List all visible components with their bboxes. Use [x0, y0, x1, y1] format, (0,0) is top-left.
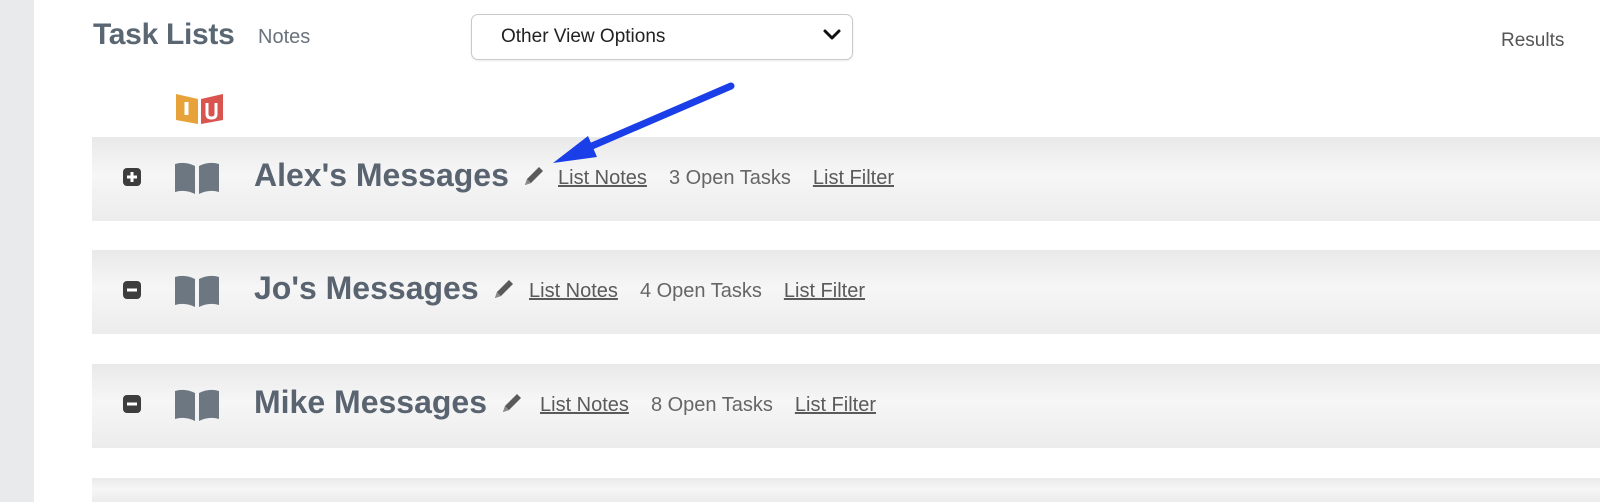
minus-square-icon[interactable]: [122, 280, 142, 300]
task-list-row: Jo's Messages List Notes 4 Open Tasks List…: [92, 250, 1600, 334]
list-filter-link[interactable]: List Filter: [795, 394, 876, 416]
open-book-icon: [175, 275, 219, 307]
task-list-name: Alex's Messages: [254, 157, 509, 193]
open-book-icon: [175, 389, 219, 421]
task-list-row: Mike Messages List Notes 8 Open Tasks List…: [92, 364, 1600, 448]
notes-link[interactable]: Notes: [258, 26, 310, 49]
task-list-name: Mike Messages: [254, 384, 488, 420]
results-label: Results: [1501, 30, 1565, 51]
left-gutter: [0, 0, 34, 502]
app-logo-icon: [176, 94, 223, 124]
open-book-icon: [175, 162, 219, 194]
page-title: Task Lists: [93, 18, 235, 51]
pencil-icon[interactable]: [499, 390, 525, 416]
task-list-name: Jo's Messages: [254, 270, 479, 306]
open-tasks-count: 4 Open Tasks: [639, 280, 762, 302]
task-list-meta: List Notes 8 Open Tasks List Filter: [540, 394, 876, 417]
task-list-row-partial: [92, 478, 1600, 502]
open-tasks-count: 8 Open Tasks: [650, 394, 773, 416]
view-options-select[interactable]: Other View Options: [471, 14, 853, 60]
list-notes-link[interactable]: List Notes: [529, 280, 618, 302]
view-options-label: Other View Options: [501, 26, 666, 47]
chevron-down-icon: [823, 29, 841, 40]
pencil-icon[interactable]: [521, 163, 547, 189]
list-filter-link[interactable]: List Filter: [813, 167, 894, 189]
task-list-title: Mike Messages: [254, 384, 525, 421]
pencil-icon[interactable]: [491, 276, 517, 302]
list-filter-link[interactable]: List Filter: [784, 280, 865, 302]
task-list-title: Alex's Messages: [254, 157, 547, 194]
task-list-title: Jo's Messages: [254, 270, 517, 307]
plus-square-icon[interactable]: [122, 167, 142, 187]
task-lists-page: Task Lists Notes Other View Options Resu…: [34, 0, 1600, 502]
task-lists-header: Task Lists Notes Other View Options Resu…: [93, 14, 1593, 60]
list-notes-link[interactable]: List Notes: [558, 167, 647, 189]
minus-square-icon[interactable]: [122, 394, 142, 414]
list-notes-link[interactable]: List Notes: [540, 394, 629, 416]
task-list-meta: List Notes 4 Open Tasks List Filter: [529, 280, 865, 303]
task-list-row: Alex's Messages List Notes 3 Open Tasks Li…: [92, 137, 1600, 221]
open-tasks-count: 3 Open Tasks: [668, 167, 791, 189]
task-list-meta: List Notes 3 Open Tasks List Filter: [558, 167, 894, 190]
